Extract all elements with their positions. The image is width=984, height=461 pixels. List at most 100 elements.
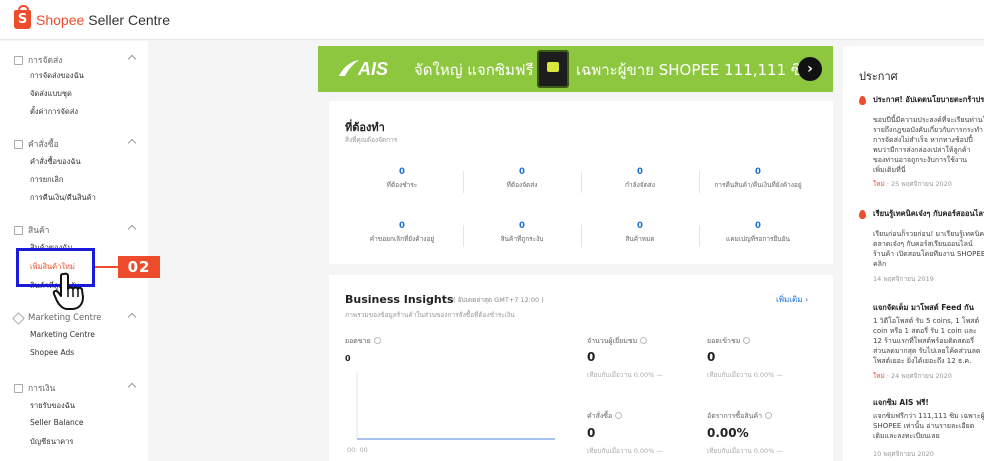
info-icon[interactable] xyxy=(765,412,772,419)
todo-item-to-pay[interactable]: 0 ที่ต้องชำระ xyxy=(343,167,461,190)
info-icon[interactable] xyxy=(615,412,623,419)
chevron-up-icon[interactable] xyxy=(127,138,137,148)
todo-label: ที่ต้องจัดส่ง xyxy=(506,181,538,189)
sidebar-item[interactable]: จัดส่งแบบชุด xyxy=(30,88,72,100)
ais-logo-icon xyxy=(339,60,359,76)
metric-label: ยอดเข้าชม xyxy=(707,336,751,347)
insights-timezone: ( อัปเดตล่าสุด GMT+7 12:00 ) xyxy=(453,296,544,304)
announcement-body: ขอบปีนี้มีความประสงค์ที่จะเรียนท่านให้ ร… xyxy=(873,116,984,174)
announcement-date: 14 พฤศจิกายน 2019 xyxy=(873,274,934,284)
announcements-panel: ประกาศ ประกาศ! อัปเดตนโยบายตะกร้าประพฤติ… xyxy=(843,46,984,461)
todo-title: ที่ต้องทำ xyxy=(345,121,385,134)
banner-subtext: เฉพาะผู้ขาย SHOPEE 111,111 ซิม xyxy=(576,61,811,79)
todo-label: แคมเปญที่รอการยืนยัน xyxy=(726,235,790,243)
chevron-up-icon[interactable] xyxy=(127,54,137,64)
banner-next-arrow-icon[interactable]: › xyxy=(798,57,822,81)
todo-label: สินค้าหมด xyxy=(625,235,655,243)
todo-label: การคืนสินค้า/คืนเงินที่ยังค้างอยู่ xyxy=(714,181,802,189)
todo-item-sold-out[interactable]: 0 สินค้าหมด xyxy=(581,221,699,244)
todo-label: กำลังจัดส่ง xyxy=(625,181,655,189)
brand-name: Shopee xyxy=(36,11,85,28)
info-icon[interactable] xyxy=(640,337,648,344)
todo-item-to-ship[interactable]: 0 ที่ต้องจัดส่ง xyxy=(463,167,581,190)
todo-item-campaigns[interactable]: 0 แคมเปญที่รอการยืนยัน xyxy=(699,221,817,244)
wallet-icon xyxy=(14,383,23,393)
todo-count: 0 xyxy=(755,221,761,231)
insights-more-link[interactable]: เพิ่มเติม › xyxy=(776,293,808,306)
sidebar-item[interactable]: Seller Balance xyxy=(30,418,84,427)
sidebar-group-header[interactable]: Marketing Centre xyxy=(12,311,139,325)
todo-count: 0 xyxy=(755,167,761,177)
truck-icon xyxy=(14,55,23,65)
sim-card-image xyxy=(537,50,569,88)
info-icon[interactable] xyxy=(373,337,381,344)
metric-label-text: จำนวนผู้เยี่ยมชม xyxy=(587,337,638,345)
sales-value: 0 xyxy=(345,354,351,363)
metric-value: 0 xyxy=(707,350,716,364)
todo-item-returns[interactable]: 0 การคืนสินค้า/คืนเงินที่ยังค้างอยู่ xyxy=(699,167,817,190)
todo-subtitle: สิ่งที่คุณต้องจัดการ xyxy=(345,136,398,144)
todo-count: 0 xyxy=(519,221,525,231)
sidebar-group-header[interactable]: สินค้า xyxy=(14,223,139,237)
metric-value: 0.00% xyxy=(707,426,749,440)
product-box-icon xyxy=(14,225,23,235)
sidebar-group-header[interactable]: การจัดส่ง xyxy=(14,53,139,67)
new-tag: ใหม่ xyxy=(873,180,885,188)
announcement-body: เรียนก่อนก็รวยก่อน! มาเรียนรู้เทคนิค ตลา… xyxy=(873,230,984,268)
top-bar: S Shopee Seller Centre xyxy=(0,0,984,40)
metric-value: 0 xyxy=(587,350,596,364)
chevron-up-icon[interactable] xyxy=(127,312,137,322)
chart-axis-time: 00: 00 xyxy=(347,446,368,454)
metric-label-text: อัตราการซื้อสินค้า xyxy=(707,412,762,420)
metric-compare: เทียบกับเมื่อวาน 0.00% — xyxy=(707,371,783,379)
announcement-body: แจกซิมฟรีกว่า 111,111 ซิม เฉพาะผู้ขาย SH… xyxy=(873,412,984,440)
metric-label: จำนวนผู้เยี่ยมชม xyxy=(587,336,648,347)
banner-headline: จัดใหญ่ แจกซิมฟรี xyxy=(414,61,534,79)
todo-count: 0 xyxy=(399,221,405,231)
chevron-up-icon[interactable] xyxy=(127,382,137,392)
sidebar-item[interactable]: การจัดส่งของฉัน xyxy=(30,70,84,82)
announcement-title: แจกซิม AIS ฟรี! xyxy=(873,398,929,407)
todo-count: 0 xyxy=(519,167,525,177)
todo-count: 0 xyxy=(399,167,405,177)
todo-item-shipping[interactable]: 0 กำลังจัดส่ง xyxy=(581,167,699,190)
sidebar-item[interactable]: Marketing Centre xyxy=(30,330,95,339)
tag-icon xyxy=(12,311,25,325)
sidebar-item[interactable]: บัญชีธนาคาร xyxy=(30,436,73,448)
sidebar-item[interactable]: ตั้งค่าการจัดส่ง xyxy=(30,106,78,118)
metric-label-text: คำสั่งซื้อ xyxy=(587,412,613,420)
order-list-icon xyxy=(14,139,23,149)
todo-label: คำขอยกเลิกที่ยังค้างอยู่ xyxy=(369,235,435,243)
insights-more-label: เพิ่มเติม xyxy=(776,295,803,304)
sidebar-item[interactable]: การยกเลิก xyxy=(30,174,63,186)
metric-compare: เทียบกับเมื่อวาน 0.00% — xyxy=(587,447,663,455)
hot-flame-icon xyxy=(859,210,866,219)
metric-value: 0 xyxy=(587,426,596,440)
announcement-date: ใหม่ · 25 พฤศจิกายน 2020 xyxy=(873,179,952,189)
todo-item-banned[interactable]: 0 สินค้าที่ถูกระงับ xyxy=(463,221,581,244)
announcement-title: เรียนรู้เทคนิคเจ๋งๆ กับคอร์สออนไลน์ xyxy=(873,209,984,218)
sidebar-item[interactable]: รายรับของฉัน xyxy=(30,400,75,412)
date-text: · 24 พฤศจิกายน 2020 xyxy=(884,372,952,380)
info-icon[interactable] xyxy=(743,337,751,344)
ais-logo-text: AIS xyxy=(358,59,389,79)
metric-label: คำสั่งซื้อ xyxy=(587,411,623,422)
callout-line xyxy=(95,266,118,268)
metric-label-text: ยอดเข้าชม xyxy=(707,337,741,345)
todo-item-cancellations[interactable]: 0 คำขอยกเลิกที่ยังค้างอยู่ xyxy=(343,221,461,244)
sales-label-text: ยอดขาย xyxy=(345,337,371,345)
sidebar-item[interactable]: คำสั่งซื้อของฉัน xyxy=(30,156,81,168)
sidebar-item[interactable]: Shopee Ads xyxy=(30,348,74,357)
sidebar-group-header[interactable]: คำสั่งซื้อ xyxy=(14,137,139,151)
announcement-title: ประกาศ! อัปเดตนโยบายตะกร้าประพฤติ xyxy=(873,95,984,104)
announcement-title: แจกจัดเต็ม มาโพสต์ Feed กัน xyxy=(873,303,974,312)
sidebar-item[interactable]: การคืนเงิน/คืนสินค้า xyxy=(30,192,96,204)
sidebar-group-header[interactable]: การเงิน xyxy=(14,381,139,395)
promo-banner[interactable]: AIS จัดใหญ่ แจกซิมฟรี เฉพาะผู้ขาย SHOPEE… xyxy=(318,46,833,92)
chevron-up-icon[interactable] xyxy=(127,224,137,234)
date-text: 10 พฤศจิกายน 2020 xyxy=(873,450,934,458)
hot-flame-icon xyxy=(859,96,866,105)
pointing-hand-icon xyxy=(52,272,84,310)
shopee-logo[interactable]: S Shopee Seller Centre xyxy=(14,5,170,29)
date-text: · 25 พฤศจิกายน 2020 xyxy=(884,180,952,188)
